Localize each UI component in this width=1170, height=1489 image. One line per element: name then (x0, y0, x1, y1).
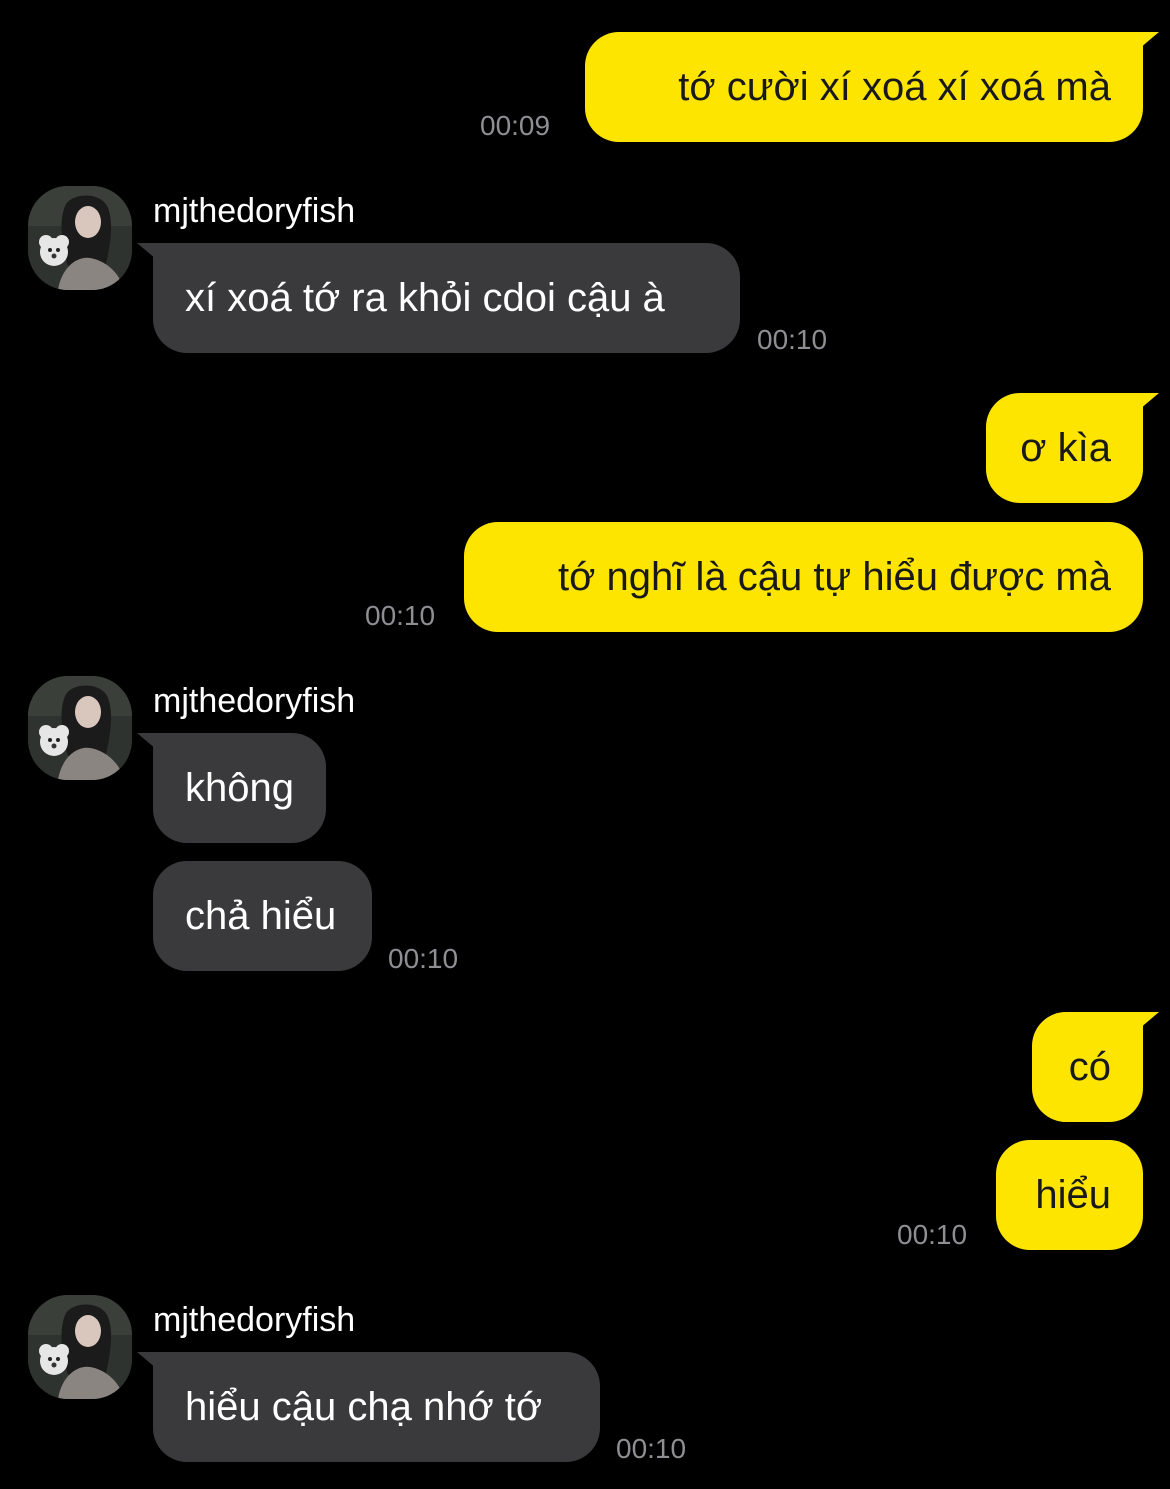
message-timestamp: 00:10 (897, 1219, 968, 1250)
incoming-message-bubble[interactable]: không (137, 733, 326, 843)
outgoing-message-bubble[interactable]: tớ nghĩ là cậu tự hiểu được mà (464, 522, 1143, 632)
message-timestamp: 00:10 (616, 1433, 687, 1464)
outgoing-message-bubble[interactable]: ơ kìa (986, 393, 1159, 503)
sender-name: mjthedoryfish (153, 1301, 356, 1339)
message-timestamp: 00:10 (757, 324, 828, 355)
message-timestamp: 00:10 (365, 600, 436, 631)
contact-avatar[interactable] (28, 1295, 132, 1399)
contact-avatar[interactable] (28, 676, 132, 780)
outgoing-message-bubble[interactable]: tớ cười xí xoá xí xoá mà (585, 32, 1159, 142)
incoming-message-bubble[interactable]: chả hiểu (153, 861, 372, 971)
outgoing-message-bubble[interactable]: hiểu (996, 1140, 1143, 1250)
message-timestamp: 00:09 (480, 110, 551, 141)
contact-avatar[interactable] (28, 186, 132, 290)
chat-thread[interactable]: tớ cười xí xoá xí xoá mà 00:09 mjthedory… (0, 0, 1170, 1489)
sender-name: mjthedoryfish (153, 192, 356, 230)
incoming-message-bubble[interactable]: hiểu cậu chạ nhớ tớ (137, 1352, 600, 1462)
message-timestamp: 00:10 (388, 943, 459, 974)
incoming-message-bubble[interactable]: xí xoá tớ ra khỏi cdoi cậu à (137, 243, 740, 353)
outgoing-message-bubble[interactable]: có (1032, 1012, 1159, 1122)
sender-name: mjthedoryfish (153, 682, 356, 720)
